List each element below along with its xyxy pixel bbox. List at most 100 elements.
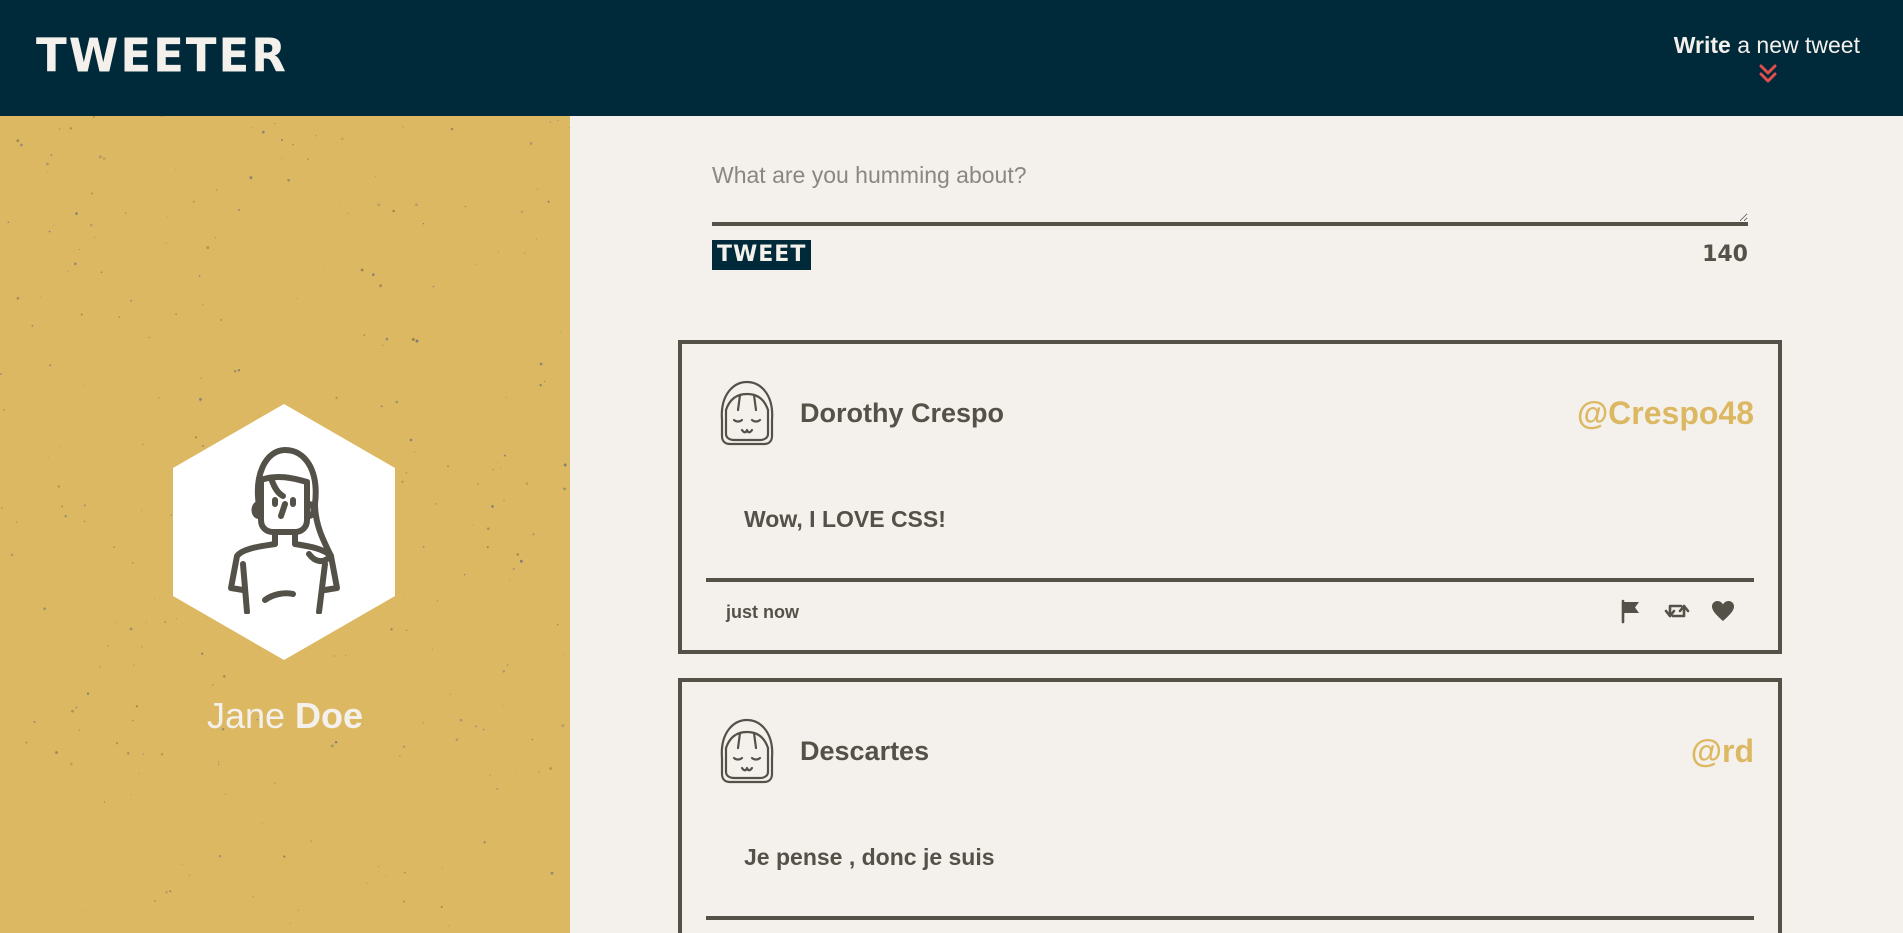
- speckle: [202, 444, 205, 448]
- speckle: [181, 863, 183, 865]
- profile-sidebar: Jane Doe: [0, 116, 570, 933]
- speckle: [392, 209, 395, 213]
- speckle: [237, 369, 241, 372]
- speckle: [432, 648, 434, 650]
- speckle: [415, 339, 419, 343]
- speckle: [563, 463, 567, 467]
- speckle: [422, 545, 425, 548]
- write-tweet-label[interactable]: Write a new tweet: [1660, 30, 1860, 60]
- app-logo[interactable]: TWEETER: [36, 29, 288, 82]
- speckle: [550, 871, 554, 875]
- tweet-author-handle[interactable]: @Crespo48: [1577, 394, 1754, 432]
- speckle: [516, 769, 518, 771]
- speckle: [390, 628, 393, 631]
- tweet-author-name[interactable]: Descartes: [800, 734, 929, 768]
- speckle: [10, 553, 14, 557]
- new-tweet-form: TWEET 140: [712, 150, 1748, 270]
- speckle: [82, 910, 84, 911]
- speckle: [141, 646, 143, 648]
- speckle: [102, 157, 106, 160]
- tweet-header: Descartes @rd: [718, 718, 1754, 784]
- speckle: [564, 653, 566, 655]
- speckle: [472, 524, 474, 526]
- speckle: [224, 793, 226, 795]
- speckle: [160, 116, 163, 117]
- speckle: [100, 271, 103, 273]
- tweet-button[interactable]: TWEET: [712, 240, 812, 270]
- write-tweet-label-rest: a new tweet: [1730, 32, 1860, 58]
- speckle: [0, 506, 3, 509]
- speckle: [347, 212, 349, 214]
- speckle: [450, 127, 454, 131]
- speckle: [53, 224, 55, 226]
- speckle: [75, 212, 78, 215]
- retweet-icon[interactable]: [1664, 598, 1690, 624]
- speckle: [166, 216, 168, 218]
- speckle: [477, 483, 479, 486]
- speckle: [415, 203, 418, 206]
- speckle: [145, 621, 147, 623]
- speckle: [61, 505, 64, 508]
- tweet-textarea[interactable]: [712, 150, 1748, 226]
- write-tweet-toggle[interactable]: Write a new tweet: [1660, 30, 1860, 83]
- speckle: [289, 922, 291, 924]
- speckle: [432, 285, 435, 288]
- char-counter: 140: [1702, 242, 1748, 267]
- speckle: [220, 319, 222, 321]
- speckle: [274, 123, 276, 125]
- profile-last-name: Doe: [295, 695, 364, 736]
- heart-icon[interactable]: [1710, 598, 1736, 624]
- speckle: [405, 472, 408, 474]
- speckle: [538, 770, 541, 773]
- speckle: [283, 855, 286, 858]
- flag-icon[interactable]: [1618, 598, 1644, 624]
- speckle: [539, 362, 543, 366]
- speckle: [219, 855, 222, 858]
- speckle: [199, 397, 202, 401]
- speckle: [486, 546, 489, 549]
- speckle: [334, 741, 338, 744]
- speckle: [405, 629, 408, 632]
- speckle: [524, 252, 526, 254]
- speckle: [382, 344, 384, 346]
- speckle: [170, 514, 173, 516]
- speckle: [43, 607, 47, 611]
- speckle: [74, 262, 77, 266]
- speckle: [31, 324, 34, 327]
- speckle: [539, 384, 542, 387]
- top-nav: TWEETER Write a new tweet: [0, 0, 1903, 116]
- speckle: [19, 143, 23, 147]
- speckle: [133, 664, 135, 666]
- speckle: [403, 596, 405, 598]
- tweet-header: Dorothy Crespo @Crespo48: [718, 380, 1754, 446]
- tweet-timestamp: just now: [726, 602, 799, 622]
- tweet-divider: [706, 916, 1754, 920]
- tweet-author-handle[interactable]: @rd: [1691, 732, 1754, 770]
- speckle: [138, 773, 140, 775]
- speckle: [188, 874, 191, 877]
- speckle: [98, 155, 102, 159]
- speckle: [158, 397, 160, 399]
- girl-avatar-icon: [718, 718, 776, 784]
- speckle: [214, 236, 217, 239]
- speckle: [64, 514, 67, 518]
- speckle: [549, 121, 552, 124]
- speckle: [434, 502, 437, 505]
- speckle: [385, 337, 389, 341]
- double-chevron-down-icon[interactable]: [1759, 63, 1777, 85]
- speckle: [40, 296, 42, 298]
- speckle: [345, 654, 347, 656]
- speckle: [169, 890, 172, 893]
- tweet-author-name[interactable]: Dorothy Crespo: [800, 396, 1004, 430]
- tweet-content: Wow, I LOVE CSS!: [744, 506, 946, 532]
- speckle: [130, 299, 132, 302]
- speckle: [310, 840, 312, 842]
- tweet-card: Descartes @rd Je pense , donc je suis: [678, 678, 1782, 933]
- speckle: [215, 188, 218, 191]
- speckle: [402, 745, 406, 748]
- speckle: [403, 900, 406, 903]
- speckle: [0, 373, 2, 375]
- speckle: [341, 137, 344, 140]
- speckle: [148, 336, 150, 339]
- speckle: [261, 822, 264, 824]
